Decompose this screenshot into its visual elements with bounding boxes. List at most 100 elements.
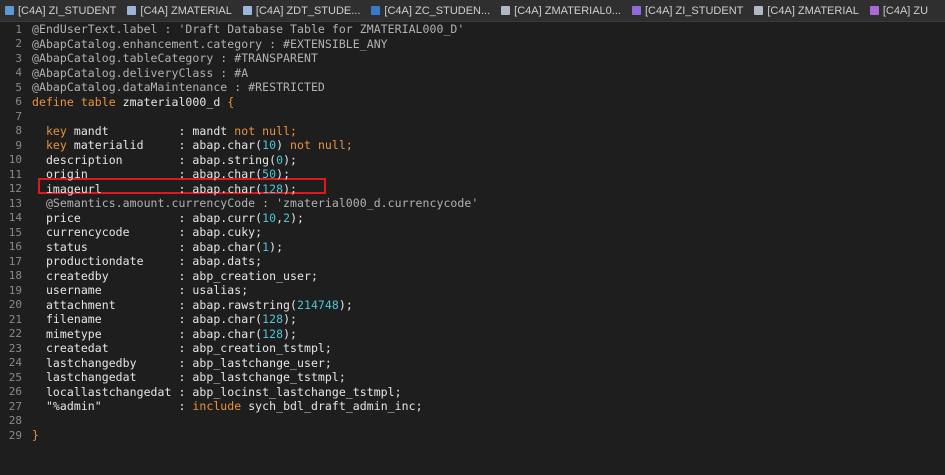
tab-label: [C4A] ZI_STUDENT [18,4,117,17]
editor-tab[interactable]: [C4A] ZMATERIAL [122,0,237,21]
code-token: ); [283,181,298,196]
line-number: 11 [8,167,22,181]
code-token: 214748 [297,297,339,312]
code-text: username : usalias; [32,283,248,297]
cds-view-icon [371,6,381,15]
code-token: include [192,399,249,414]
code-token: } [32,428,39,443]
code-text: description : abap.string(0); [32,153,297,167]
editor-tab[interactable]: [C4A] ZDT_STUDE... [238,0,367,21]
code-line: 26 locallastchangedat : abp_locinst_last… [0,385,945,400]
line-number: 27 [8,399,22,413]
code-token: createdat : abp_creation_tstmpl; [32,341,332,356]
code-token: ); [283,152,298,167]
code-token: description : abap.string( [32,152,277,167]
code-token: 128 [262,326,284,341]
code-text: key materialid : abap.char(10) not null; [32,138,353,152]
table-icon [242,6,252,15]
tab-label: [C4A] ZMATERIAL [767,4,859,17]
code-text: @AbapCatalog.deliveryClass : #A [32,66,248,80]
code-line: 11 origin : abap.char(50); [0,167,945,182]
code-token: currencycode : abap.cuky; [32,225,263,240]
code-text: "%admin" : include sych_bdl_draft_admin_… [32,399,423,413]
line-number: 20 [8,298,22,312]
line-number: 17 [8,254,22,268]
code-token: materialid : abap.char( [73,138,263,153]
code-text: filename : abap.char(128); [32,312,297,326]
code-token: @EndUserText.label : 'Draft Database Tab… [32,22,465,37]
code-token: 50 [262,167,277,182]
line-number: 3 [15,51,22,65]
code-token: ); [283,312,298,327]
line-number: 28 [8,414,22,428]
code-token: zmaterial000_d [122,94,228,109]
code-line: 16 status : abap.char(1); [0,240,945,255]
editor-tab[interactable]: [C4A] ZI_STUDENT [627,0,749,21]
code-token: ); [283,326,298,341]
code-token: status : abap.char( [32,239,263,254]
code-token: 2 [283,210,291,225]
line-number: 1 [15,22,22,36]
tab-label: [C4A] ZDT_STUDE... [255,4,361,17]
behavior-icon [754,6,764,15]
code-token: ); [338,297,353,312]
editor-tab[interactable]: [C4A] ZMATERIAL [749,0,864,21]
line-number: 24 [8,356,22,370]
editor-tab[interactable]: [C4A] ZMATERIAL0... [496,0,627,21]
code-text: attachment : abap.rawstring(214748); [32,298,353,312]
code-token: ); [269,239,284,254]
line-number: 15 [8,225,22,239]
code-line: 7 [0,109,945,124]
line-number: 18 [8,269,22,283]
code-text: locallastchangedat : abp_locinst_lastcha… [32,385,402,399]
code-token: price : abap.curr( [32,210,263,225]
line-number: 26 [8,385,22,399]
cds-view-icon [5,6,14,15]
code-text: @AbapCatalog.enhancement.category : #EXT… [32,37,388,51]
code-token: lastchangedby : abp_lastchange_user; [32,355,332,370]
code-text: imageurl : abap.char(128); [32,182,297,196]
code-line: 22 mimetype : abap.char(128); [0,327,945,342]
code-token: 128 [262,181,284,196]
code-token: ) [276,138,291,153]
code-text: createdby : abp_creation_user; [32,269,318,283]
code-editor[interactable]: 1 @EndUserText.label : 'Draft Database Ta… [0,22,945,475]
code-line: 19 username : usalias; [0,283,945,298]
line-number: 7 [15,109,22,123]
code-text: price : abap.curr(10,2); [32,211,304,225]
code-token: filename : abap.char( [32,312,263,327]
code-token: key [32,138,74,153]
code-token: attachment : abap.rawstring( [32,297,297,312]
code-text: origin : abap.char(50); [32,167,290,181]
code-token: ); [290,210,305,225]
tab-label: [C4A] ZI_STUDENT [644,4,744,17]
code-token: sych_bdl_draft_admin_inc; [248,399,423,414]
line-number: 25 [8,370,22,384]
code-text: status : abap.char(1); [32,240,283,254]
code-text: @AbapCatalog.tableCategory : #TRANSPAREN… [32,51,318,65]
code-token: 10 [262,138,277,153]
editor-tab-bar: [C4A] ZI_STUDENT [C4A] ZMATERIAL [C4A] ZDT… [0,0,945,22]
code-line: 21 filename : abap.char(128); [0,312,945,327]
code-token: not null; [290,138,353,153]
code-token: @AbapCatalog.enhancement.category : #EXT… [32,36,388,51]
code-token: locallastchangedat : abp_locinst_lastcha… [32,384,402,399]
line-number: 22 [8,327,22,341]
code-text: productiondate : abap.dats; [32,254,262,268]
code-token: imageurl : abap.char( [32,181,263,196]
code-token: username : usalias; [32,283,249,298]
line-number: 23 [8,341,22,355]
tab-label: [C4A] ZMATERIAL0... [514,4,621,17]
editor-tab[interactable]: [C4A] ZI_STUDENT [0,0,122,21]
code-token: 128 [262,312,284,327]
line-number: 29 [8,428,22,442]
code-text: } [32,428,39,442]
code-text: lastchangedat : abp_lastchange_tstmpl; [32,370,346,384]
editor-tab[interactable]: [C4A] ZC_STUDEN... [366,0,496,21]
code-token: 0 [276,152,284,167]
editor-tab[interactable]: [C4A] ZU [865,0,934,21]
code-token: productiondate : abap.dats; [32,254,263,269]
code-token: @AbapCatalog.deliveryClass : #A [32,65,249,80]
code-line: 15 currencycode : abap.cuky; [0,225,945,240]
code-line: 18 createdby : abp_creation_user; [0,269,945,284]
